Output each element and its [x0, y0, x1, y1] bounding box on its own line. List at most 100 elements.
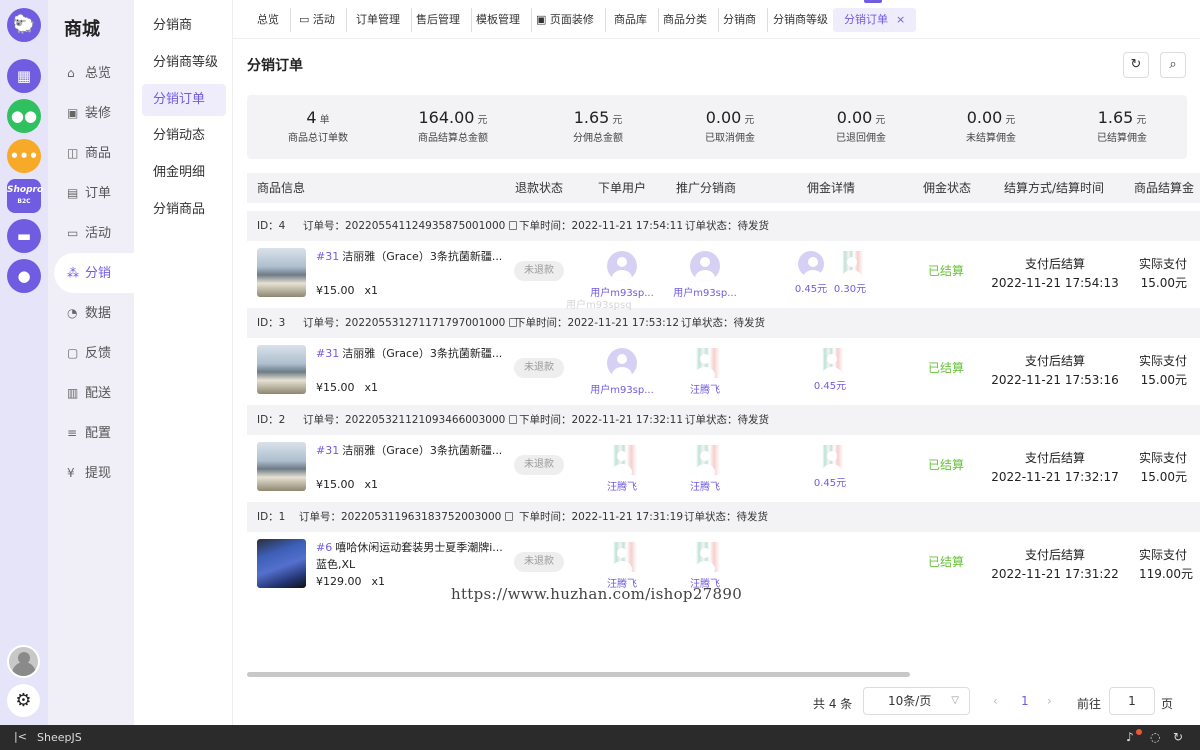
column-header: 退款状态 [515, 181, 564, 195]
refresh-button[interactable]: ↻ [1123, 52, 1149, 78]
copy-icon[interactable] [509, 415, 518, 424]
commission-item[interactable]: 0.45元 [790, 348, 870, 392]
commission-item[interactable]: 0.45元 [790, 445, 870, 489]
settle-info: 支付后结算 2022-11-21 17:31:22 [985, 546, 1125, 584]
promoter-name: 用户m93sp... [673, 288, 737, 299]
folder-app-icon[interactable]: ▬ [7, 219, 41, 253]
copy-icon[interactable] [505, 512, 514, 521]
settings-gear-icon[interactable]: ⚙ [7, 684, 40, 717]
goods-name[interactable]: #31 洁丽雅（Grace）3条抗菌新疆... [316, 248, 502, 264]
buyer-user[interactable]: 用户m93sp... [582, 348, 662, 396]
message-icon[interactable]: ◌ [1150, 730, 1160, 744]
submenu-item-distributor[interactable]: 分销商 [142, 10, 226, 42]
promoter-user[interactable]: 汪腾飞 [665, 348, 745, 396]
buyer-user[interactable]: 汪腾飞 [582, 445, 662, 493]
refresh-icon[interactable]: ↻ [1173, 730, 1183, 744]
close-icon[interactable]: × [896, 13, 905, 26]
goods-thumbnail[interactable] [257, 442, 306, 491]
commission-item[interactable]: 0.30元 [810, 251, 890, 295]
sidebar-item-label: 数据 [85, 306, 112, 321]
stat-label: 未结算佣金 [966, 133, 1016, 144]
settle-time: 2022-11-21 17:54:13 [991, 276, 1119, 290]
tab-bar: 总览 ▭ 活动 订单管理 售后管理 模板管理 ▣ 页面装修 商品库 商品分类 分… [233, 0, 1200, 39]
promoter-name: 汪腾飞 [690, 385, 720, 396]
table-row: #31 洁丽雅（Grace）3条抗菌新疆... ¥15.00 x1 未退款 用户m9… [247, 338, 1200, 405]
tab-overview[interactable]: 总览 [246, 8, 291, 32]
tab-distributor-level[interactable]: 分销商等级 [762, 8, 840, 32]
search-icon: ⌕ [1169, 57, 1177, 72]
next-page-button[interactable]: › [1047, 694, 1052, 708]
figure-avatar-icon [837, 251, 863, 277]
stat-value: 4 [306, 108, 317, 127]
stats-panel: 4 单商品总订单数 164.00 元商品结算总金额 1.65 元分佣总金额 0.00 元… [247, 95, 1187, 159]
tab-activity[interactable]: ▭ 活动 [288, 8, 347, 32]
order-no-text: 订单号：2022053211210934660030​00 [303, 414, 506, 426]
sheep-logo-icon[interactable]: 🐑 [7, 8, 41, 42]
tab-template[interactable]: 模板管理 [465, 8, 532, 32]
home-icon: ⌂ [67, 66, 75, 80]
shopro-sub-label: B2C [17, 198, 31, 205]
goods-title: 嘻哈休闲运动套装男士夏季潮牌i... [335, 541, 503, 554]
order-status: 订单状态：待发货 [681, 317, 765, 329]
submenu-item-commission-order[interactable]: 分销订单 [142, 84, 226, 116]
stat-label: 分佣总金额 [573, 133, 623, 144]
goods-thumbnail[interactable] [257, 345, 306, 394]
stat-value: 0.00 [705, 108, 742, 127]
tab-label: 总览 [257, 13, 279, 26]
bell-icon[interactable]: ♪ [1126, 730, 1134, 744]
submenu-item-distributor-level[interactable]: 分销商等级 [142, 47, 226, 79]
tab-goods-category[interactable]: 商品分类 [652, 8, 719, 32]
sidebar-item-label: 分销 [85, 266, 112, 281]
copy-icon[interactable] [509, 221, 518, 230]
chevron-down-icon: ▽ [951, 695, 959, 706]
price-value: ¥15.00 [316, 381, 355, 394]
tab-label: 模板管理 [476, 13, 520, 26]
module-sidebar: 商城 ⌂ 总览 ▣ 装修 ◫ 商品 ▤ 订单 ▭ 活动 ⁂ 分销 ◔ 数据 ▢ 反馈 ▥ 配送 ≡… [48, 0, 182, 725]
submenu-item-commission-log[interactable]: 分销动态 [142, 120, 226, 152]
collapse-icon[interactable]: |< [14, 730, 27, 743]
submenu-item-commission-goods[interactable]: 分销商品 [142, 194, 226, 226]
real-pay: 实际支付 15.00元 [1139, 449, 1187, 487]
goto-page-input[interactable]: 1 [1109, 687, 1155, 715]
prev-page-button[interactable]: ‹ [993, 694, 998, 708]
buyer-user[interactable]: 用户m93sp... [582, 251, 662, 299]
tab-commission-order[interactable]: 分销订单 × [833, 0, 917, 32]
horizontal-scrollbar[interactable] [247, 672, 910, 677]
goods-thumbnail[interactable] [257, 248, 306, 297]
chat-app-icon[interactable]: ••• [7, 139, 41, 173]
settle-way: 支付后结算 [1024, 451, 1085, 465]
tab-page-decorate[interactable]: ▣ 页面装修 [525, 8, 606, 32]
search-button[interactable]: ⌕ [1160, 52, 1186, 78]
tab-aftersale[interactable]: 售后管理 [405, 8, 472, 32]
page-size-select[interactable]: 10条/页 ▽ [863, 687, 970, 715]
current-page[interactable]: 1 [1021, 694, 1029, 708]
wechat-app-icon[interactable]: ●● [7, 99, 41, 133]
admin-avatar[interactable] [7, 645, 40, 678]
goods-name[interactable]: #31 洁丽雅（Grace）3条抗菌新疆... [316, 345, 502, 361]
buyer-user[interactable]: 汪腾飞 [582, 542, 662, 590]
user-app-icon[interactable]: ● [7, 259, 41, 293]
tab-goods-library[interactable]: 商品库 [603, 8, 659, 32]
tab-label: 页面装修 [549, 13, 594, 26]
grid-app-icon[interactable]: ▦ [7, 59, 41, 93]
tab-order-manage[interactable]: 订单管理 [345, 8, 412, 32]
refund-status-badge: 未退款 [514, 552, 564, 572]
stat-label: 商品结算总金额 [418, 133, 488, 144]
goods-name[interactable]: #31 洁丽雅（Grace）3条抗菌新疆... [316, 442, 502, 458]
promoter-user[interactable]: 用户m93sp... [665, 251, 745, 299]
shopro-app-icon[interactable]: Shopro B2C [7, 179, 43, 213]
stat-label: 已退回佣金 [836, 133, 886, 144]
sidebar-item-label: 反馈 [85, 346, 112, 361]
settle-info: 支付后结算 2022-11-21 17:53:16 [985, 352, 1125, 390]
goods-name[interactable]: #6 嘻哈休闲运动套装男士夏季潮牌i... [316, 539, 503, 555]
tab-distributor[interactable]: 分销商 [712, 8, 768, 32]
promoter-user[interactable]: 汪腾飞 [665, 445, 745, 493]
stat-label: 已结算佣金 [1097, 133, 1147, 144]
order-no: 订单号：2022055411249358750010​00 [303, 211, 518, 241]
settle-info: 支付后结算 2022-11-21 17:32:17 [985, 449, 1125, 487]
stat-unsettled-commission: 0.00 元未结算佣金 [926, 108, 1056, 144]
promoter-user[interactable]: 汪腾飞 [665, 542, 745, 590]
feedback-icon: ▢ [67, 346, 79, 360]
submenu-item-commission-detail[interactable]: 佣金明细 [142, 157, 226, 189]
goods-thumbnail[interactable] [257, 539, 306, 588]
